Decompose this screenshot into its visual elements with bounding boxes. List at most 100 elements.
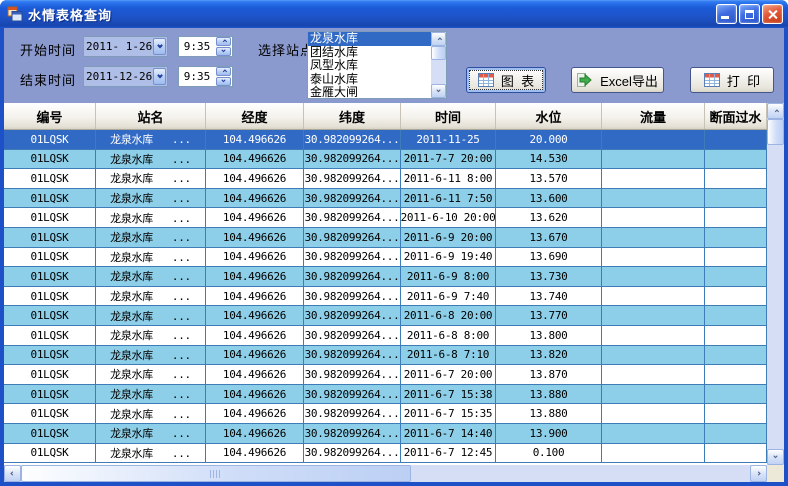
table-row[interactable]: 01LQSK龙泉水库 ...104.49662630.982099264...2… — [4, 444, 767, 464]
scroll-down-button[interactable] — [767, 449, 784, 465]
table-cell[interactable] — [705, 169, 767, 188]
table-cell[interactable]: 13.800 — [496, 326, 602, 345]
table-cell[interactable] — [602, 326, 705, 345]
scrollbar-thumb[interactable] — [431, 46, 446, 60]
listbox-item[interactable]: 龙泉水库 — [308, 32, 431, 46]
table-cell[interactable] — [602, 346, 705, 365]
table-cell[interactable]: 104.496626 — [206, 404, 304, 423]
table-cell[interactable] — [705, 404, 767, 423]
table-cell[interactable] — [602, 228, 705, 247]
table-row[interactable]: 01LQSK龙泉水库 ...104.49662630.982099264...2… — [4, 208, 767, 228]
table-cell[interactable]: 2011-6-8 7:10 — [401, 346, 496, 365]
column-header[interactable]: 断面过水 — [705, 103, 767, 129]
print-button[interactable]: 打 印 — [690, 67, 774, 93]
column-header[interactable]: 纬度 — [304, 103, 401, 129]
table-cell[interactable]: 30.982099264... — [304, 150, 401, 169]
table-cell[interactable]: 2011-6-7 15:38 — [401, 385, 496, 404]
end-time-down-button[interactable] — [216, 77, 231, 86]
table-cell[interactable]: 104.496626 — [206, 326, 304, 345]
table-cell[interactable]: 13.620 — [496, 208, 602, 227]
table-cell[interactable]: 01LQSK — [4, 385, 96, 404]
table-cell[interactable]: 104.496626 — [206, 385, 304, 404]
table-row[interactable]: 01LQSK龙泉水库 ...104.49662630.982099264...2… — [4, 404, 767, 424]
table-cell[interactable]: 2011-6-7 14:40 — [401, 424, 496, 443]
table-cell[interactable]: 01LQSK — [4, 346, 96, 365]
table-cell[interactable] — [705, 306, 767, 325]
table-cell[interactable]: 龙泉水库 ... — [96, 365, 206, 384]
table-row[interactable]: 01LQSK龙泉水库 ...104.49662630.982099264...2… — [4, 424, 767, 444]
listbox-scrollbar[interactable] — [431, 32, 446, 98]
table-cell[interactable]: 龙泉水库 ... — [96, 169, 206, 188]
table-cell[interactable]: 30.982099264... — [304, 267, 401, 286]
table-cell[interactable]: 30.982099264... — [304, 169, 401, 188]
table-cell[interactable]: 2011-6-10 20:00 — [401, 208, 496, 227]
table-cell[interactable]: 2011-6-7 20:00 — [401, 365, 496, 384]
table-cell[interactable] — [602, 169, 705, 188]
table-cell[interactable]: 01LQSK — [4, 326, 96, 345]
table-cell[interactable]: 2011-6-9 8:00 — [401, 267, 496, 286]
table-cell[interactable]: 2011-6-8 8:00 — [401, 326, 496, 345]
table-cell[interactable]: 30.982099264... — [304, 365, 401, 384]
table-row[interactable]: 01LQSK龙泉水库 ...104.49662630.982099264...2… — [4, 169, 767, 189]
table-row[interactable]: 01LQSK龙泉水库 ...104.49662630.982099264...2… — [4, 267, 767, 287]
table-cell[interactable]: 14.530 — [496, 150, 602, 169]
table-cell[interactable] — [602, 189, 705, 208]
table-cell[interactable]: 30.982099264... — [304, 248, 401, 267]
table-cell[interactable]: 13.880 — [496, 385, 602, 404]
table-cell[interactable]: 13.900 — [496, 424, 602, 443]
table-cell[interactable] — [705, 267, 767, 286]
table-cell[interactable]: 01LQSK — [4, 169, 96, 188]
table-cell[interactable] — [705, 444, 767, 463]
end-time-up-button[interactable] — [216, 67, 231, 76]
table-cell[interactable]: 104.496626 — [206, 267, 304, 286]
table-cell[interactable]: 104.496626 — [206, 228, 304, 247]
table-cell[interactable]: 龙泉水库 ... — [96, 287, 206, 306]
scroll-down-button[interactable] — [431, 84, 446, 98]
table-cell[interactable] — [705, 365, 767, 384]
table-cell[interactable]: 01LQSK — [4, 306, 96, 325]
table-cell[interactable] — [705, 248, 767, 267]
table-row[interactable]: 01LQSK龙泉水库 ...104.49662630.982099264...2… — [4, 150, 767, 170]
table-cell[interactable]: 30.982099264... — [304, 346, 401, 365]
table-cell[interactable]: 30.982099264... — [304, 208, 401, 227]
table-cell[interactable]: 龙泉水库 ... — [96, 424, 206, 443]
scroll-up-button[interactable] — [431, 32, 446, 46]
table-cell[interactable]: 104.496626 — [206, 444, 304, 463]
table-cell[interactable]: 龙泉水库 ... — [96, 267, 206, 286]
table-cell[interactable]: 2011-11-25 — [401, 130, 496, 149]
column-header[interactable]: 流量 — [602, 103, 705, 129]
table-cell[interactable]: 30.982099264... — [304, 306, 401, 325]
table-cell[interactable]: 2011-7-7 20:00 — [401, 150, 496, 169]
table-cell[interactable]: 龙泉水库 ... — [96, 385, 206, 404]
table-cell[interactable]: 13.820 — [496, 346, 602, 365]
scroll-up-button[interactable] — [767, 103, 784, 119]
table-cell[interactable]: 104.496626 — [206, 365, 304, 384]
table-row[interactable]: 01LQSK龙泉水库 ...104.49662630.982099264...2… — [4, 365, 767, 385]
column-header[interactable]: 时间 — [401, 103, 496, 129]
table-cell[interactable]: 104.496626 — [206, 208, 304, 227]
maximize-button[interactable] — [739, 4, 760, 24]
table-cell[interactable]: 01LQSK — [4, 208, 96, 227]
listbox-item[interactable]: 凤型水库 — [308, 59, 431, 73]
table-cell[interactable]: 龙泉水库 ... — [96, 248, 206, 267]
table-cell[interactable]: 2011-6-7 15:35 — [401, 404, 496, 423]
table-cell[interactable]: 30.982099264... — [304, 444, 401, 463]
excel-export-button[interactable]: Excel导出 — [571, 67, 664, 93]
table-row[interactable]: 01LQSK龙泉水库 ...104.49662630.982099264...2… — [4, 346, 767, 366]
table-cell[interactable]: 龙泉水库 ... — [96, 306, 206, 325]
table-cell[interactable]: 13.770 — [496, 306, 602, 325]
table-cell[interactable] — [705, 287, 767, 306]
table-cell[interactable]: 13.690 — [496, 248, 602, 267]
table-cell[interactable]: 104.496626 — [206, 169, 304, 188]
column-header[interactable]: 经度 — [206, 103, 304, 129]
table-cell[interactable]: 01LQSK — [4, 228, 96, 247]
table-cell[interactable]: 2011-6-8 20:00 — [401, 306, 496, 325]
table-cell[interactable] — [602, 424, 705, 443]
table-cell[interactable]: 13.600 — [496, 189, 602, 208]
table-row[interactable]: 01LQSK龙泉水库 ...104.49662630.982099264...2… — [4, 326, 767, 346]
table-cell[interactable]: 龙泉水库 ... — [96, 444, 206, 463]
table-cell[interactable]: 2011-6-9 20:00 — [401, 228, 496, 247]
table-cell[interactable]: 2011-6-9 19:40 — [401, 248, 496, 267]
table-cell[interactable] — [705, 385, 767, 404]
table-cell[interactable] — [705, 130, 767, 149]
